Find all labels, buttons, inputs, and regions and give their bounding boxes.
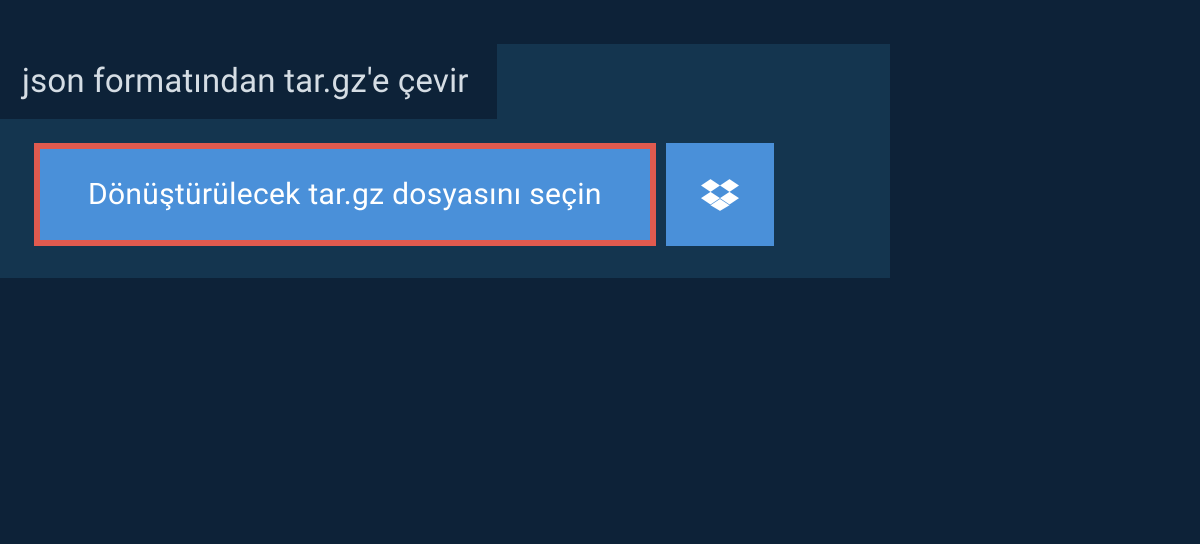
page-title: json formatından tar.gz'e çevir: [22, 62, 469, 101]
select-file-label: Dönüştürülecek tar.gz dosyasını seçin: [88, 177, 602, 212]
action-row: Dönüştürülecek tar.gz dosyasını seçin: [0, 143, 890, 246]
dropbox-button[interactable]: [666, 143, 774, 246]
title-tab: json formatından tar.gz'e çevir: [0, 44, 497, 119]
dropbox-icon: [701, 176, 739, 214]
converter-panel: json formatından tar.gz'e çevir Dönüştür…: [0, 44, 890, 278]
select-file-button[interactable]: Dönüştürülecek tar.gz dosyasını seçin: [34, 143, 656, 246]
